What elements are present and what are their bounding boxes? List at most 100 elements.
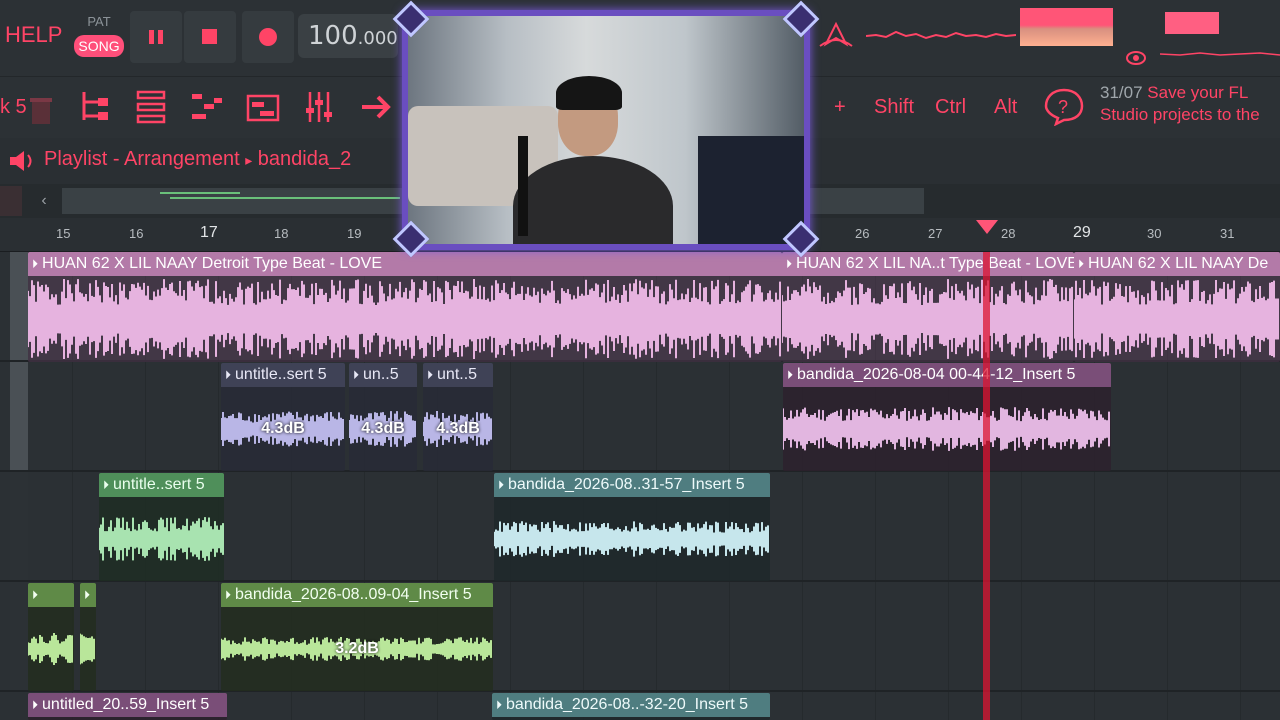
clip-menu-icon[interactable]: ⏵ <box>498 478 504 492</box>
breadcrumb-separator: ▸ <box>245 152 253 168</box>
clip-header[interactable]: ⏵ HUAN 62 X LIL NA..t Type Beat - LOVE <box>782 252 1074 276</box>
audio-clip[interactable]: ⏵ HUAN 62 X LIL NAAY De <box>1074 252 1280 362</box>
audio-clip[interactable]: ⏵ bandida_2026-08..31-57_Insert 5 <box>494 473 770 581</box>
clip-header[interactable]: ⏵ bandida_2026-08..31-57_Insert 5 <box>494 473 770 497</box>
scroll-left-icon[interactable]: ‹ <box>30 188 58 214</box>
clip-menu-icon[interactable]: ⏵ <box>786 257 792 271</box>
clip-header[interactable]: ⏵ HUAN 62 X LIL NAAY De <box>1074 252 1280 276</box>
tempo-fraction: .000 <box>357 28 398 49</box>
audio-clip[interactable]: ⏵ un..5 4.3dB <box>349 363 417 471</box>
audio-clip[interactable]: ⏵ untitled_20..59_Insert 5 <box>28 693 227 720</box>
clip-header[interactable]: ⏵ untitled_20..59_Insert 5 <box>28 693 227 717</box>
clip-body: 3.2dB <box>221 607 493 691</box>
track-header-3[interactable] <box>10 472 28 580</box>
tempo-display[interactable]: 100.000 <box>298 14 398 58</box>
clip-label: HUAN 62 X LIL NAAY Detroit Type Beat - L… <box>42 255 383 272</box>
hint-line-1: Save your FL <box>1147 83 1249 102</box>
zoom-in-button[interactable]: + <box>834 90 846 124</box>
webcam-microphone <box>518 136 528 236</box>
channel-rack-button[interactable] <box>128 84 174 130</box>
clip-menu-icon[interactable]: ⏵ <box>32 588 38 602</box>
track-header-1[interactable] <box>10 252 28 360</box>
waveform <box>783 407 1110 451</box>
clip-body <box>28 276 782 362</box>
clip-header[interactable]: ⏵ <box>28 583 74 607</box>
piano-roll-button[interactable] <box>184 84 230 130</box>
playlist-button[interactable] <box>240 84 286 130</box>
clip-body <box>494 497 770 581</box>
clip-header[interactable]: ⏵ HUAN 62 X LIL NAAY Detroit Type Beat - … <box>28 252 782 276</box>
song-mode-button[interactable]: SONG <box>74 35 124 57</box>
webcam-overlay <box>402 10 810 250</box>
playhead-marker[interactable] <box>976 220 998 234</box>
ruler-tick: 26 <box>855 226 870 241</box>
trash-icon[interactable] <box>28 96 54 126</box>
track-header-4[interactable] <box>10 582 28 690</box>
tree-icon <box>82 92 108 120</box>
shift-key-button[interactable]: Shift <box>874 90 914 124</box>
audio-clip[interactable]: ⏵ <box>80 583 96 691</box>
clip-header[interactable]: ⏵ <box>80 583 96 607</box>
eye-icon[interactable] <box>1124 48 1148 68</box>
audio-clip[interactable]: ⏵ bandida_2026-08..09-04_Insert 5 3.2dB <box>221 583 493 691</box>
webcam-beanie <box>556 76 622 110</box>
ruler-tick: 16 <box>129 226 144 241</box>
record-icon <box>259 28 277 46</box>
clip-menu-icon[interactable]: ⏵ <box>103 478 109 492</box>
pause-button[interactable] <box>130 11 182 63</box>
tool-icon[interactable] <box>814 16 858 60</box>
clip-menu-icon[interactable]: ⏵ <box>84 588 90 602</box>
audio-clip[interactable]: ⏵ HUAN 62 X LIL NA..t Type Beat - LOVE <box>782 252 1074 362</box>
stop-icon <box>202 29 217 44</box>
clip-menu-icon[interactable]: ⏵ <box>353 368 359 382</box>
playlist-icon <box>246 94 280 122</box>
clip-header[interactable]: ⏵ unt..5 <box>423 363 493 387</box>
clip-label: bandida_2026-08-04 00-44-12_Insert 5 <box>797 366 1076 383</box>
hint-bubble-icon[interactable]: ? <box>1042 86 1086 126</box>
clip-menu-icon[interactable]: ⏵ <box>32 698 38 712</box>
clip-menu-icon[interactable]: ⏵ <box>225 368 231 382</box>
alt-key-button[interactable]: Alt <box>994 90 1017 124</box>
clip-header[interactable]: ⏵ untitle..sert 5 <box>221 363 345 387</box>
track-header-2[interactable] <box>10 362 28 470</box>
audio-clip[interactable]: ⏵ unt..5 4.3dB <box>423 363 493 471</box>
clip-label: bandida_2026-08..-32-20_Insert 5 <box>506 696 748 713</box>
audio-clip[interactable]: ⏵ <box>28 583 74 691</box>
clip-gain-label: 4.3dB <box>436 420 480 437</box>
clip-label: untitle..sert 5 <box>113 476 205 493</box>
clip-menu-icon[interactable]: ⏵ <box>787 368 793 382</box>
arrow-right-icon[interactable] <box>354 84 400 130</box>
clip-menu-icon[interactable]: ⏵ <box>496 698 502 712</box>
audio-clip[interactable]: ⏵ untitle..sert 5 <box>99 473 224 581</box>
snap-icon[interactable] <box>0 186 22 216</box>
speaker-icon[interactable] <box>6 148 38 174</box>
mixer-icon <box>306 92 332 122</box>
ruler-tick: 27 <box>928 226 943 241</box>
audio-clip[interactable]: ⏵ bandida_2026-08..-32-20_Insert 5 <box>492 693 770 720</box>
clip-header[interactable]: ⏵ bandida_2026-08..-32-20_Insert 5 <box>492 693 770 717</box>
pat-song-toggle[interactable]: PAT SONG <box>72 12 126 62</box>
stop-button[interactable] <box>184 11 236 63</box>
clip-body <box>28 607 74 691</box>
mixer-button[interactable] <box>296 84 342 130</box>
clip-menu-icon[interactable]: ⏵ <box>225 588 231 602</box>
browser-button[interactable] <box>74 84 120 130</box>
clip-header[interactable]: ⏵ untitle..sert 5 <box>99 473 224 497</box>
pattern-selector[interactable]: k 5 <box>0 90 27 124</box>
audio-clip[interactable]: ⏵ untitle..sert 5 4.3dB <box>221 363 345 471</box>
audio-clip[interactable]: ⏵ bandida_2026-08-04 00-44-12_Insert 5 <box>783 363 1111 471</box>
clip-header[interactable]: ⏵ un..5 <box>349 363 417 387</box>
waveform <box>80 633 95 665</box>
clip-menu-icon[interactable]: ⏵ <box>427 368 433 382</box>
clip-header[interactable]: ⏵ bandida_2026-08-04 00-44-12_Insert 5 <box>783 363 1111 387</box>
track-lane-4[interactable] <box>0 582 1280 690</box>
hint-panel: 31/07 Save your FL Studio projects to th… <box>1100 82 1280 126</box>
clip-header[interactable]: ⏵ bandida_2026-08..09-04_Insert 5 <box>221 583 493 607</box>
help-menu[interactable]: HELP <box>5 22 62 48</box>
record-button[interactable] <box>242 11 294 63</box>
ctrl-key-button[interactable]: Ctrl <box>935 90 966 124</box>
clip-menu-icon[interactable]: ⏵ <box>1078 257 1084 271</box>
audio-clip[interactable]: ⏵ HUAN 62 X LIL NAAY Detroit Type Beat - … <box>28 252 782 362</box>
clip-menu-icon[interactable]: ⏵ <box>32 257 38 271</box>
clip-body <box>782 276 1074 362</box>
